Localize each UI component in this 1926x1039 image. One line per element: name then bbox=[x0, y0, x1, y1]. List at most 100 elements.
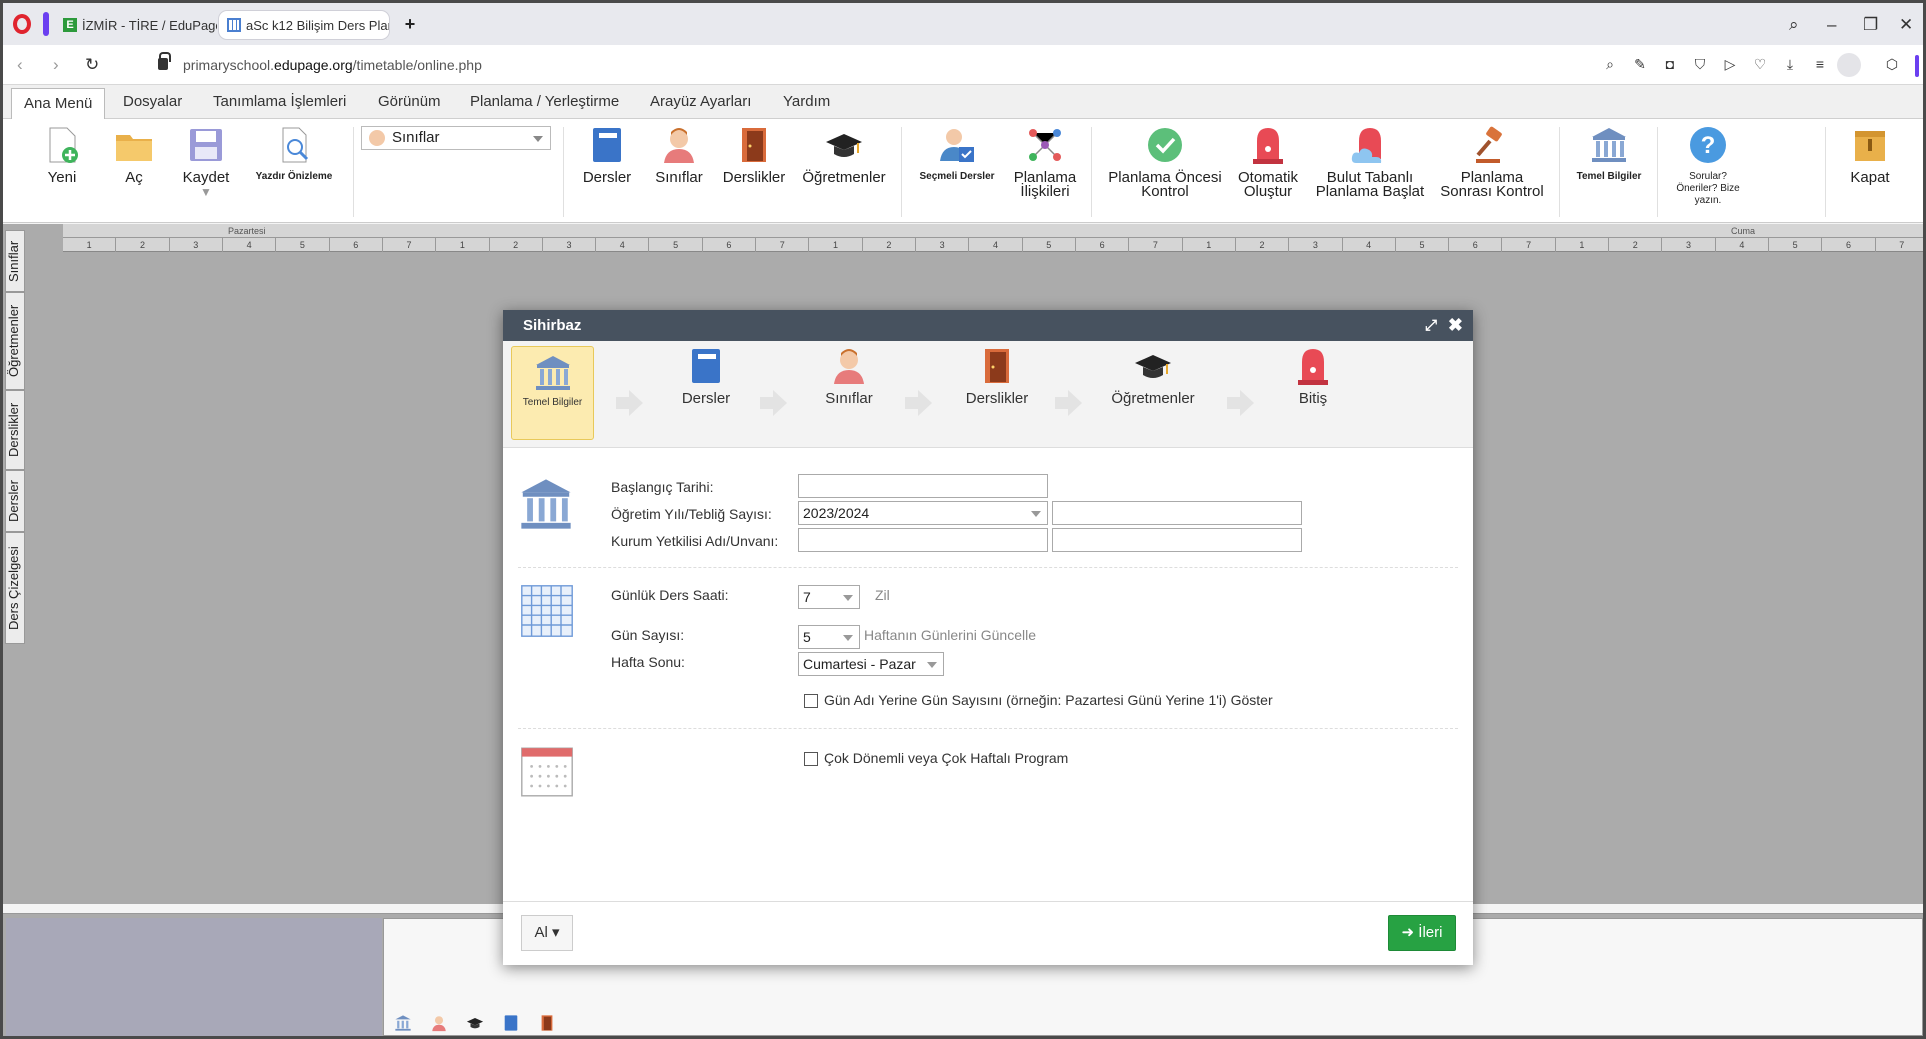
restore-icon[interactable]: ❐ bbox=[1863, 15, 1878, 35]
menu-main[interactable]: Ana Menü bbox=[11, 88, 106, 120]
feedback-button[interactable]: ? Sorular? Öneriler? Bize yazın. bbox=[1667, 125, 1749, 207]
sidebar-indicator bbox=[43, 12, 49, 36]
class-view-select[interactable]: Sınıflar bbox=[361, 126, 551, 150]
url-field[interactable]: primaryschool.edupage.org/timetable/onli… bbox=[183, 57, 482, 73]
sidebar-toggle[interactable] bbox=[1915, 55, 1919, 77]
weekend-select[interactable]: Cumartesi - Pazar bbox=[798, 652, 944, 676]
planning-relations-button[interactable]: Planlama İlişkileri bbox=[1009, 125, 1081, 199]
step-finish[interactable]: Bitiş bbox=[1283, 346, 1343, 407]
reload-icon[interactable]: ↻ bbox=[85, 55, 99, 75]
step-classes[interactable]: Sınıflar bbox=[811, 346, 887, 407]
step-arrow-icon bbox=[760, 388, 788, 418]
school-year-select[interactable]: 2023/2024 bbox=[798, 501, 1048, 525]
update-weekdays-link[interactable]: Haftanın Günlerini Güncelle bbox=[864, 627, 1036, 643]
notice-number-input[interactable] bbox=[1052, 501, 1302, 525]
save-dropdown-icon[interactable]: ▼ bbox=[200, 185, 212, 199]
bell-link[interactable]: Zil bbox=[875, 587, 890, 603]
classrooms-button[interactable]: Derslikler bbox=[721, 125, 787, 185]
basic-info-button[interactable]: Temel Bilgiler bbox=[1567, 125, 1651, 183]
camera-icon[interactable]: ◘ bbox=[1661, 55, 1679, 73]
edit-icon[interactable]: ✎ bbox=[1631, 55, 1649, 73]
next-button[interactable]: ➜ İleri bbox=[1388, 915, 1456, 951]
timetable-app: Ana Menü Dosyalar Tanımlama İşlemleri Gö… bbox=[3, 85, 1923, 1036]
ribbon-separator bbox=[563, 127, 564, 217]
step-arrow-icon bbox=[905, 388, 933, 418]
step-classrooms[interactable]: Derslikler bbox=[953, 346, 1041, 407]
side-tab-schedule[interactable]: Ders Çizelgesi bbox=[5, 532, 25, 644]
menu-files[interactable]: Dosyalar bbox=[123, 93, 182, 110]
book-icon[interactable] bbox=[502, 1014, 520, 1032]
daily-periods-select[interactable]: 7 bbox=[798, 585, 860, 609]
side-tab-subjects[interactable]: Dersler bbox=[5, 470, 25, 532]
view-side-tabs: Sınıflar Öğretmenler Derslikler Dersler … bbox=[3, 224, 25, 904]
students-icon[interactable] bbox=[430, 1014, 448, 1032]
day-count-select[interactable]: 5 bbox=[798, 625, 860, 649]
step-teachers[interactable]: Öğretmenler bbox=[1103, 346, 1203, 407]
official-label: Kurum Yetkilisi Adı/Unvanı: bbox=[611, 533, 779, 549]
download-icon[interactable]: ⤓ bbox=[1781, 55, 1799, 73]
play-icon[interactable]: ▷ bbox=[1721, 55, 1739, 73]
open-button[interactable]: Aç bbox=[113, 125, 155, 185]
save-button[interactable]: Kaydet ▼ bbox=[175, 125, 237, 199]
menu-view[interactable]: Görünüm bbox=[378, 93, 441, 110]
pre-planning-check-button[interactable]: Planlama Öncesi Kontrol bbox=[1105, 125, 1225, 199]
students-icon bbox=[834, 349, 864, 384]
official-title-input[interactable] bbox=[1052, 528, 1302, 552]
extensions-cube-icon[interactable]: ⬡ bbox=[1883, 55, 1901, 73]
side-tab-teachers[interactable]: Öğretmenler bbox=[5, 292, 25, 390]
elective-subjects-button[interactable]: Seçmeli Dersler bbox=[913, 125, 1001, 183]
cloud-planning-button[interactable]: Bulut Tabanlı Planlama Başlat bbox=[1313, 125, 1427, 199]
expand-icon[interactable]: ⤢ bbox=[1425, 310, 1437, 341]
official-name-input[interactable] bbox=[798, 528, 1048, 552]
close-app-button[interactable]: Kapat bbox=[1843, 125, 1897, 185]
step-arrow-icon bbox=[1055, 388, 1083, 418]
graduation-cap-icon[interactable] bbox=[466, 1014, 484, 1032]
shield-icon[interactable]: ⛉ bbox=[1691, 55, 1709, 73]
multi-term-label: Çok Dönemli veya Çok Haftalı Program bbox=[824, 750, 1069, 766]
ribbon-separator bbox=[353, 127, 354, 217]
menu-definitions[interactable]: Tanımlama İşlemleri bbox=[213, 93, 346, 110]
side-tab-classes[interactable]: Sınıflar bbox=[5, 230, 25, 292]
post-planning-check-button[interactable]: Planlama Sonrası Kontrol bbox=[1435, 125, 1549, 199]
search-tabs-icon[interactable]: ⌕ bbox=[1789, 15, 1799, 35]
profile-avatar-icon[interactable] bbox=[1837, 53, 1861, 77]
close-window-icon[interactable]: ✕ bbox=[1899, 15, 1913, 35]
subjects-button[interactable]: Dersler bbox=[581, 125, 633, 185]
teachers-button[interactable]: Öğretmenler bbox=[801, 125, 887, 185]
browser-tab-edupage[interactable]: E İZMİR - TİRE / EduPage De bbox=[55, 11, 217, 39]
print-preview-button[interactable]: Yazdır Önizleme bbox=[251, 125, 337, 183]
step-basic-info[interactable]: Temel Bilgiler bbox=[511, 346, 594, 440]
chevron-down-icon bbox=[843, 635, 853, 646]
multi-term-checkbox[interactable] bbox=[804, 752, 818, 766]
menu-help[interactable]: Yardım bbox=[783, 93, 830, 110]
book-icon bbox=[692, 349, 720, 383]
weekend-label: Hafta Sonu: bbox=[611, 654, 685, 670]
side-tab-classrooms[interactable]: Derslikler bbox=[5, 390, 25, 470]
door-icon[interactable] bbox=[538, 1014, 556, 1032]
institution-icon[interactable] bbox=[394, 1014, 412, 1032]
new-button[interactable]: Yeni bbox=[41, 125, 83, 185]
new-tab-plus-icon[interactable]: + bbox=[401, 15, 419, 33]
classes-button[interactable]: Sınıflar bbox=[653, 125, 705, 185]
show-day-numbers-checkbox[interactable] bbox=[804, 694, 818, 708]
browser-tab-asc[interactable]: aSc k12 Bilişim Ders Planla bbox=[219, 11, 389, 39]
import-button[interactable]: Al ▾ bbox=[521, 915, 573, 951]
heart-icon[interactable]: ♡ bbox=[1751, 55, 1769, 73]
forward-icon[interactable]: › bbox=[53, 55, 59, 75]
archive-box-icon bbox=[1855, 131, 1885, 161]
opera-logo-icon[interactable] bbox=[13, 14, 31, 34]
close-icon[interactable]: ✖ bbox=[1448, 310, 1463, 341]
chevron-down-icon bbox=[927, 662, 937, 673]
auto-generate-button[interactable]: Otomatik Oluştur bbox=[1231, 125, 1305, 199]
step-subjects[interactable]: Dersler bbox=[668, 346, 744, 407]
menu-interface-settings[interactable]: Arayüz Ayarları bbox=[650, 93, 751, 110]
start-date-input[interactable] bbox=[798, 474, 1048, 498]
step-arrow-icon bbox=[1227, 388, 1255, 418]
minimize-icon[interactable]: – bbox=[1827, 15, 1836, 35]
menu-lines-icon[interactable]: ≡ bbox=[1811, 55, 1829, 73]
menu-planning[interactable]: Planlama / Yerleştirme bbox=[470, 93, 619, 110]
institution-icon bbox=[1592, 128, 1626, 162]
zoom-icon[interactable]: ⌕ bbox=[1601, 55, 1619, 73]
save-disk-icon bbox=[190, 129, 222, 161]
back-icon[interactable]: ‹ bbox=[17, 55, 23, 75]
